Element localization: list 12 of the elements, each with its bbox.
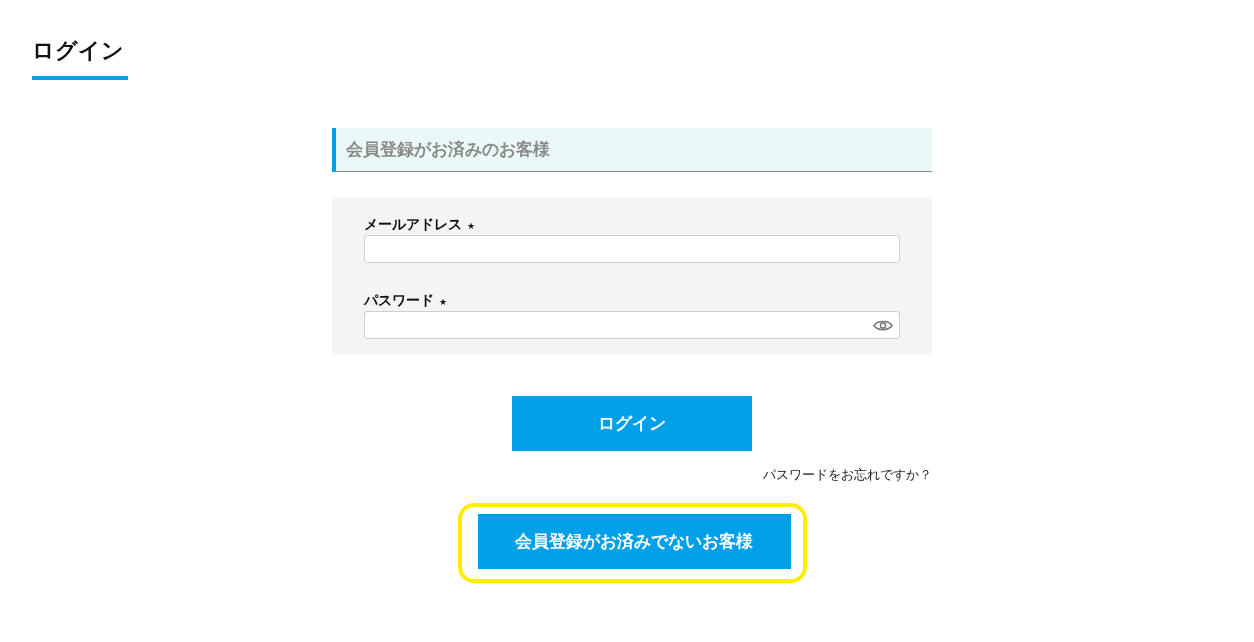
input-field[interactable] [364, 235, 900, 263]
required-mark: ★ [467, 219, 476, 232]
page-title: ログイン [32, 38, 128, 80]
field-label: メールアドレス [364, 215, 462, 233]
required-mark: ★ [439, 295, 448, 308]
eye-icon[interactable] [873, 318, 893, 332]
section-header: 会員登録がお済みのお客様 [332, 128, 932, 172]
register-button[interactable]: 会員登録がお済みでないお客様 [477, 514, 791, 569]
login-button[interactable]: ログイン [512, 396, 752, 451]
forgot-password-link[interactable]: パスワードをお忘れですか？ [763, 467, 932, 483]
field-label: パスワード [364, 291, 434, 309]
input-field[interactable] [364, 311, 900, 339]
